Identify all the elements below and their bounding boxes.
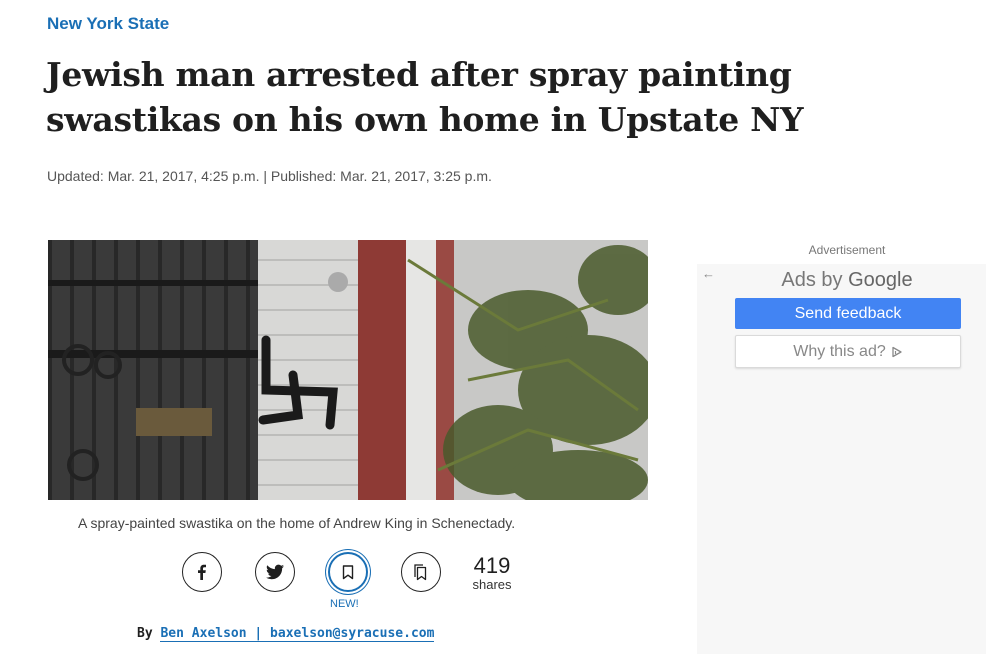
facebook-icon [198,564,206,580]
share-count: 419 shares [472,554,512,592]
headline: Jewish man arrested after spray painting… [46,55,804,139]
hero-photo [48,240,648,500]
author-link[interactable]: Ben Axelson | baxelson@syracuse.com [160,626,435,642]
byline: By Ben Axelson | baxelson@syracuse.com [137,626,435,642]
send-feedback-button[interactable]: Send feedback [735,298,961,329]
bookmark-icon [342,564,354,579]
image-caption: A spray-painted swastika on the home of … [78,515,516,531]
share-count-label: shares [472,577,512,592]
hero-image[interactable] [48,240,648,500]
dateline: Updated: Mar. 21, 2017, 4:25 p.m. | Publ… [47,168,492,184]
why-this-ad-label: Why this ad? [793,342,886,360]
twitter-share-button[interactable] [255,552,295,592]
why-this-ad-button[interactable]: Why this ad? [735,335,961,368]
share-count-number: 419 [473,553,511,578]
save-bookmark-button[interactable] [328,552,368,592]
article-page: New York State Jewish man arrested after… [0,0,986,654]
adchoices-icon [892,346,902,357]
byline-prefix: By [137,626,153,641]
twitter-icon [266,564,284,580]
facebook-share-button[interactable] [182,552,222,592]
advertisement-label: Advertisement [808,243,886,257]
saved-articles-button[interactable] [401,552,441,592]
section-link[interactable]: New York State [47,14,169,34]
new-label: NEW! [330,598,359,610]
google-text: Google [848,269,913,291]
ad-container: ← Ads by Google Send feedback Why this a… [697,264,986,654]
ads-by-google: Ads by Google [697,269,986,292]
saved-bookmarks-icon [414,563,427,580]
ads-by-text: Ads by [781,269,843,291]
